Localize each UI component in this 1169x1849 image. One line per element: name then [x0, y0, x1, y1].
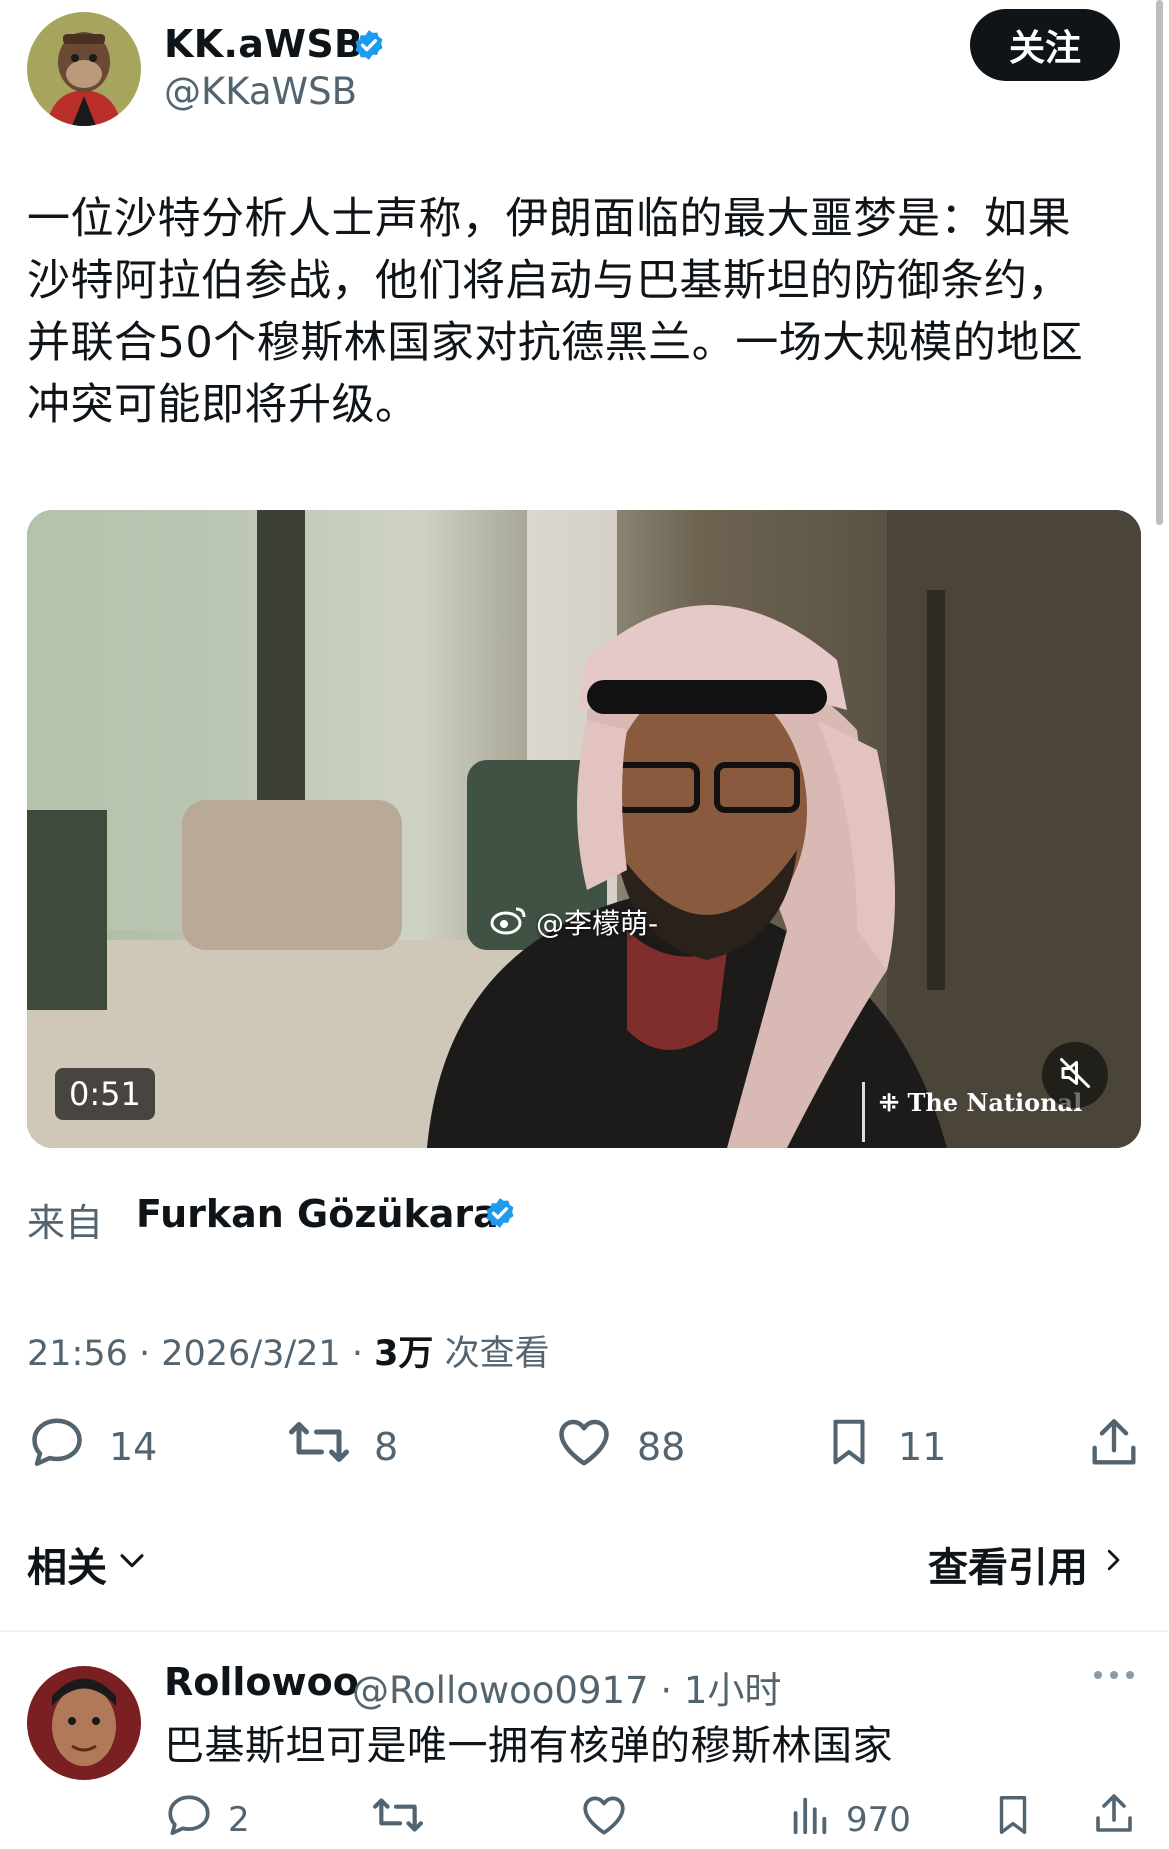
tweet-text: 一位沙特分析人士声称，伊朗面临的最大噩梦是：如果 沙特阿拉伯参战，他们将启动与巴…: [27, 194, 1084, 430]
source-author-link[interactable]: Furkan Gözükara: [136, 1192, 499, 1236]
view-quotes-link[interactable]: 查看引用: [928, 1535, 1128, 1593]
reply-handle-time[interactable]: @Rollowoo0917 · 1小时: [352, 1660, 781, 1714]
bookmark-count: 11: [898, 1424, 947, 1469]
reply-views-count: 970: [846, 1799, 911, 1840]
video-player[interactable]: @李檬萌- 0:51 ⁜ The National: [27, 510, 1141, 1148]
verified-badge-icon: [352, 28, 386, 66]
source-label: 来自: [27, 1201, 104, 1245]
chevron-right-icon: [1098, 1541, 1128, 1587]
view-quotes-label: 查看引用: [928, 1545, 1088, 1591]
bookmark-icon: [822, 1412, 876, 1481]
video-brand-divider: [862, 1082, 865, 1142]
verified-badge-icon: [483, 1196, 517, 1234]
retweet-count: 8: [374, 1424, 399, 1469]
reply-icon: [164, 1790, 214, 1849]
section-divider: [0, 1630, 1169, 1632]
analytics-icon: [786, 1790, 832, 1849]
video-duration: 0:51: [55, 1068, 155, 1120]
related-label: 相关: [27, 1545, 107, 1591]
retweet-icon: [370, 1790, 426, 1849]
scrollbar[interactable]: [1156, 0, 1163, 525]
views-count: 3万: [374, 1334, 434, 1374]
reply-count: 14: [109, 1424, 158, 1469]
author-avatar[interactable]: [27, 12, 141, 126]
tweet-timestamp[interactable]: 21:56 · 2026/3/21 ·: [27, 1334, 374, 1374]
reply-button[interactable]: 14: [27, 1412, 157, 1481]
reply-views-button[interactable]: 970: [786, 1790, 911, 1849]
author-display-name[interactable]: KK.aWSB: [164, 22, 363, 66]
views-label: 次查看: [433, 1334, 550, 1374]
like-button[interactable]: 88: [553, 1412, 685, 1481]
reply-like-button[interactable]: [578, 1790, 630, 1849]
tweet-meta: 21:56 · 2026/3/21 · 3万 次查看: [27, 1325, 550, 1376]
mute-button[interactable]: [1042, 1042, 1108, 1108]
reply-author-name[interactable]: Rollowoo: [164, 1660, 359, 1704]
follow-button[interactable]: 关注: [970, 9, 1120, 81]
reply-icon: [27, 1412, 87, 1481]
video-frame: [27, 510, 1141, 1148]
weibo-icon: [490, 903, 528, 942]
author-handle[interactable]: @KKaWSB: [164, 70, 357, 113]
share-icon: [1085, 1414, 1143, 1481]
related-dropdown[interactable]: 相关: [27, 1535, 149, 1593]
heart-icon: [553, 1412, 615, 1481]
retweet-icon: [286, 1412, 352, 1481]
reply-author-avatar[interactable]: [27, 1666, 141, 1780]
reply-reply-button[interactable]: 2: [164, 1790, 250, 1849]
share-button[interactable]: [1085, 1414, 1143, 1481]
heart-icon: [578, 1790, 630, 1849]
muted-speaker-icon: [1057, 1055, 1093, 1095]
reply-text: 巴基斯坦可是唯一拥有核弹的穆斯林国家: [164, 1723, 893, 1769]
more-options-icon[interactable]: [1092, 1665, 1136, 1689]
share-icon: [1090, 1790, 1138, 1847]
reply-reply-count: 2: [228, 1799, 250, 1840]
reply-bookmark-button[interactable]: [990, 1790, 1036, 1849]
bookmark-icon: [990, 1790, 1036, 1849]
chevron-down-icon: [115, 1541, 149, 1587]
watermark-text: @李檬萌-: [536, 907, 659, 940]
retweet-button[interactable]: 8: [286, 1412, 398, 1481]
bookmark-button[interactable]: 11: [822, 1412, 946, 1481]
weibo-watermark: @李檬萌-: [490, 902, 658, 942]
reply-retweet-button[interactable]: [370, 1790, 426, 1849]
like-count: 88: [637, 1424, 686, 1469]
reply-share-button[interactable]: [1090, 1790, 1138, 1847]
